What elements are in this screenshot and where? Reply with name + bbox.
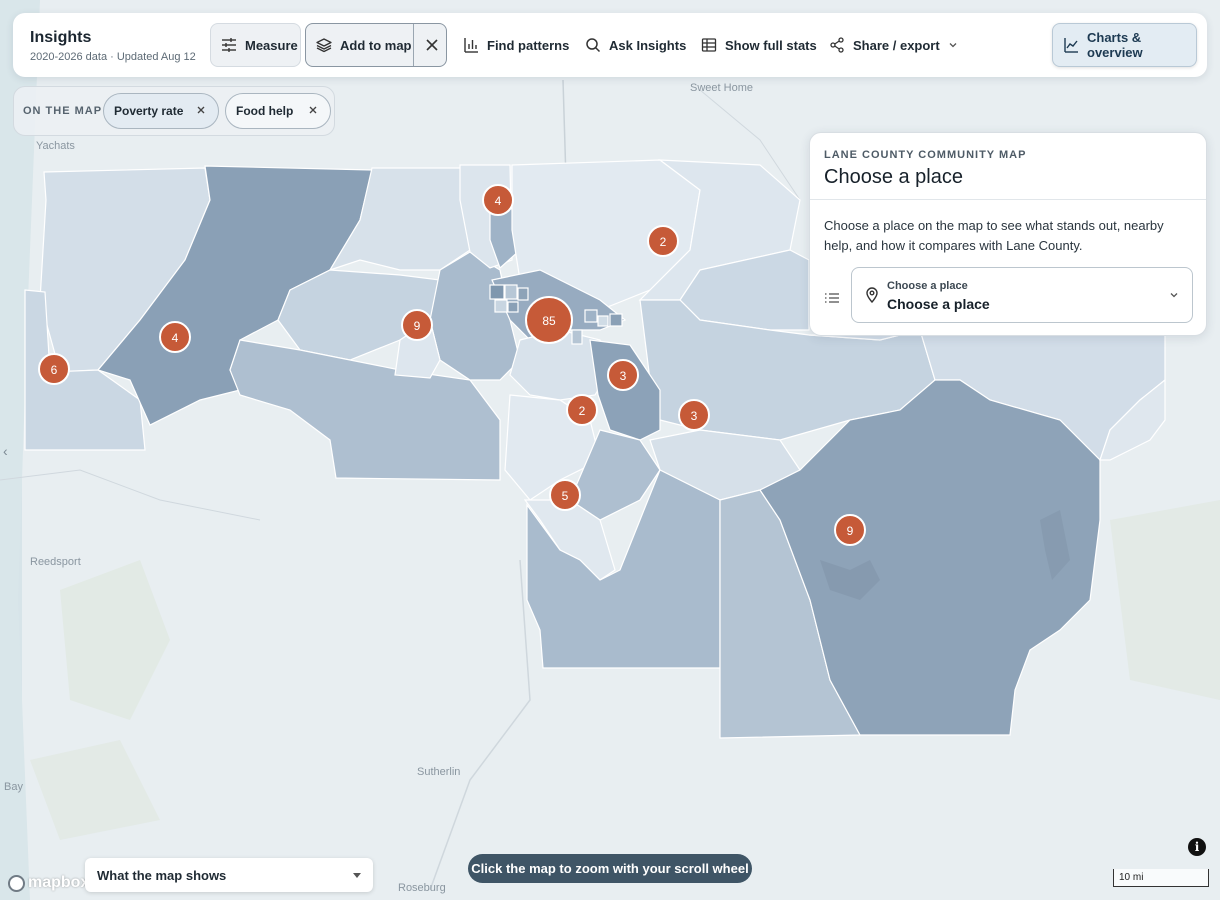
place-select-value: Choose a place (887, 296, 990, 312)
cluster-marker[interactable]: 3 (678, 399, 710, 431)
collapse-left-icon[interactable]: ‹ (3, 443, 8, 459)
cluster-marker[interactable]: 6 (38, 353, 70, 385)
svg-text:4: 4 (172, 331, 179, 345)
close-icon[interactable] (194, 103, 208, 117)
find-patterns-button[interactable]: Find patterns (453, 23, 579, 67)
info-icon[interactable]: i (1188, 838, 1206, 856)
close-icon[interactable] (424, 37, 440, 53)
layer-chip-food-help[interactable]: Food help (225, 93, 331, 129)
place-label-reedsport: Reedsport (30, 556, 81, 568)
svg-text:3: 3 (691, 409, 698, 423)
active-layers-label: ON THE MAP (23, 105, 103, 117)
panel-description: Choose a place on the map to see what st… (824, 218, 1164, 253)
svg-text:2: 2 (579, 404, 586, 418)
place-label-bay: Bay (4, 781, 23, 793)
search-icon (586, 38, 601, 53)
caret-down-icon (353, 873, 361, 878)
svg-text:2: 2 (660, 235, 667, 249)
place-select-label: Choose a place (887, 280, 968, 292)
panel-eyebrow: LANE COUNTY COMMUNITY MAP (824, 149, 1027, 161)
legend-dropdown[interactable]: What the map shows (85, 858, 373, 892)
svg-text:9: 9 (414, 319, 421, 333)
ask-insights-button[interactable]: Ask Insights (575, 23, 696, 67)
svg-text:5: 5 (562, 489, 569, 503)
place-label-roseburg: Roseburg (398, 882, 446, 894)
show-full-stats-button[interactable]: Show full stats (691, 23, 827, 67)
cluster-marker[interactable]: 5 (549, 479, 581, 511)
cluster-marker[interactable]: 2 (566, 394, 598, 426)
close-icon[interactable] (306, 103, 320, 117)
measure-button-label: Measure (245, 37, 298, 53)
cluster-marker[interactable]: 3 (607, 359, 639, 391)
charts-overview-button[interactable]: Charts & overview (1052, 23, 1197, 67)
data-updated-subtitle: 2020-2026 data · Updated Aug 12 (30, 51, 196, 63)
mapbox-wordmark: mapbox (28, 874, 90, 891)
svg-text:6: 6 (51, 363, 58, 377)
app-title: Insights (30, 29, 92, 46)
zoom-hint-toast: Click the map to zoom with your scroll w… (468, 854, 752, 883)
measure-button[interactable]: Measure (210, 23, 301, 67)
sliders-icon (222, 38, 236, 52)
chevron-down-icon (1170, 293, 1178, 298)
svg-text:4: 4 (495, 194, 502, 208)
chevron-down-icon (949, 43, 957, 48)
cluster-marker[interactable]: 85 (525, 296, 573, 344)
top-toolbar: Insights 2020-2026 data · Updated Aug 12… (13, 13, 1207, 77)
mapbox-logo-icon (8, 874, 25, 892)
share-icon (830, 37, 844, 53)
share-export-label: Share / export (853, 37, 940, 53)
show-full-stats-label: Show full stats (725, 37, 817, 53)
mapbox-attribution[interactable]: mapbox (8, 874, 89, 892)
place-panel: LANE COUNTY COMMUNITY MAP Choose a place… (809, 132, 1207, 336)
share-export-button[interactable]: Share / export (819, 23, 968, 67)
legend-dropdown-label: What the map shows (97, 868, 227, 883)
layer-chip-label: Food help (236, 104, 294, 118)
cluster-marker[interactable]: 9 (401, 309, 433, 341)
place-select[interactable]: Choose a place Choose a place (851, 267, 1193, 323)
layer-chip-label: Poverty rate (114, 104, 184, 118)
layers-icon (316, 38, 332, 53)
map-pin-icon (866, 287, 878, 303)
ask-insights-label: Ask Insights (609, 37, 687, 53)
add-to-map-button[interactable]: Add to map (305, 23, 447, 67)
cluster-marker[interactable]: 4 (482, 184, 514, 216)
cluster-marker[interactable]: 2 (647, 225, 679, 257)
table-icon (701, 38, 717, 52)
active-layers-bar: ON THE MAP Poverty rate Food help (13, 86, 335, 136)
divider (810, 199, 1206, 200)
layer-chip-poverty-rate[interactable]: Poverty rate (103, 93, 219, 129)
find-patterns-label: Find patterns (487, 37, 570, 53)
divider (413, 24, 414, 66)
cluster-marker[interactable]: 4 (159, 321, 191, 353)
place-label-sweet-home: Sweet Home (690, 82, 753, 94)
add-to-map-label: Add to map (340, 37, 412, 53)
svg-text:85: 85 (542, 314, 556, 328)
cluster-marker[interactable]: 9 (834, 514, 866, 546)
svg-text:3: 3 (620, 369, 627, 383)
scale-bar: 10 mi (1113, 869, 1209, 887)
place-label-yachats: Yachats (36, 140, 75, 152)
charts-overview-label: Charts & overview (1087, 30, 1143, 60)
list-icon[interactable] (824, 290, 840, 306)
panel-title: Choose a place (824, 166, 963, 188)
line-chart-icon (1064, 38, 1078, 53)
place-label-sutherlin: Sutherlin (417, 766, 460, 778)
app-brand: Insights 2020-2026 data · Updated Aug 12 (30, 29, 196, 63)
bar-chart-icon (464, 38, 478, 53)
svg-text:9: 9 (847, 524, 854, 538)
